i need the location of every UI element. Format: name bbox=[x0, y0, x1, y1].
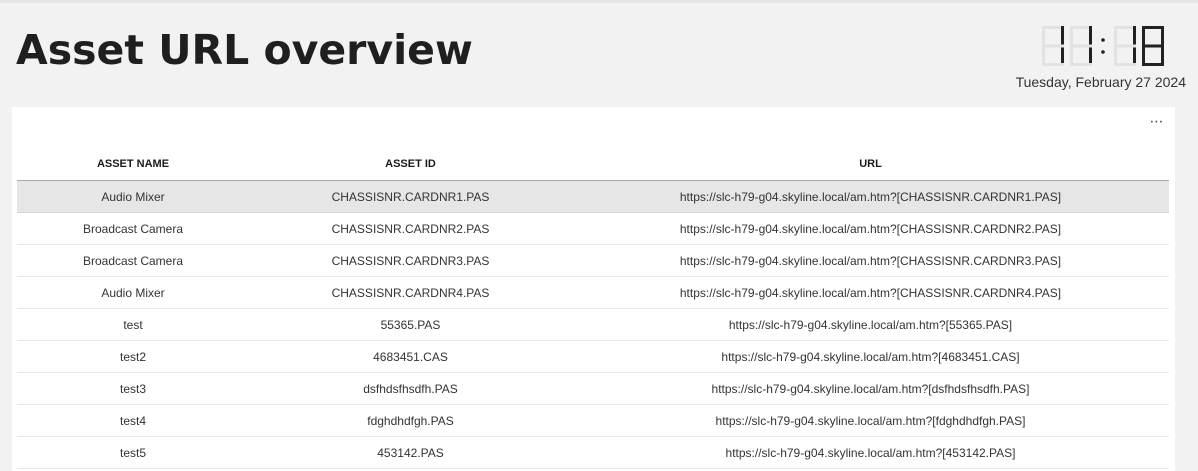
clock-digit-1-segment-e bbox=[1070, 46, 1073, 66]
clock-digit-0-segment-e bbox=[1042, 46, 1045, 66]
clock-digit-4-segment-f bbox=[1142, 26, 1145, 46]
cell-asset-id: 55365.PAS bbox=[249, 308, 572, 341]
page-title: Asset URL overview bbox=[16, 26, 473, 74]
cell-asset-name: Broadcast Camera bbox=[17, 244, 249, 277]
cell-asset-name: test5 bbox=[17, 436, 249, 469]
cell-url: https://slc-h79-g04.skyline.local/am.htm… bbox=[572, 244, 1169, 277]
clock-colon-dot-1 bbox=[1101, 50, 1105, 54]
clock-digit-4-segment-d bbox=[1142, 63, 1164, 66]
table-row[interactable]: Broadcast Camera CHASSISNR.CARDNR2.PAS htt… bbox=[17, 212, 1169, 245]
column-header-url[interactable]: URL bbox=[572, 147, 1169, 181]
clock-digit-1-segment-d bbox=[1070, 63, 1092, 66]
clock-digit-1-segment-f bbox=[1070, 26, 1073, 46]
cell-asset-id: CHASSISNR.CARDNR1.PAS bbox=[249, 180, 572, 213]
asset-table: ASSET NAME ASSET ID URL Audio Mixer CHASS… bbox=[17, 147, 1169, 469]
cell-asset-name: test bbox=[17, 308, 249, 341]
clock-digit-0-segment-a bbox=[1042, 26, 1064, 29]
table-row[interactable]: test 55365.PAS https://slc-h79-g04.skyline… bbox=[17, 308, 1169, 341]
clock-digit-4-segment-e bbox=[1142, 46, 1145, 66]
cell-asset-id: 4683451.CAS bbox=[249, 340, 572, 373]
cell-asset-id: fdghdhdfgh.PAS bbox=[249, 404, 572, 437]
cell-asset-id: CHASSISNR.CARDNR4.PAS bbox=[249, 276, 572, 309]
clock-digit-1-segment-g bbox=[1070, 44, 1092, 48]
cell-url: https://slc-h79-g04.skyline.local/am.htm… bbox=[572, 308, 1169, 341]
table-row[interactable]: test3 dsfhdsfhsdfh.PAS https://slc-h79-g04… bbox=[17, 372, 1169, 405]
cell-asset-name: Broadcast Camera bbox=[17, 212, 249, 245]
clock-display bbox=[1042, 26, 1164, 66]
clock-date: Tuesday, February 27 2024 bbox=[1015, 74, 1186, 90]
table-row[interactable]: test4 fdghdhdfgh.PAS https://slc-h79-g04.s… bbox=[17, 404, 1169, 437]
clock-digit-0-segment-b bbox=[1061, 26, 1064, 46]
cell-url: https://slc-h79-g04.skyline.local/am.htm… bbox=[572, 404, 1169, 437]
cell-url: https://slc-h79-g04.skyline.local/am.htm… bbox=[572, 212, 1169, 245]
cell-asset-name: Audio Mixer bbox=[17, 276, 249, 309]
table-row[interactable]: Audio Mixer CHASSISNR.CARDNR1.PAS https://… bbox=[17, 180, 1169, 213]
table-row[interactable]: Audio Mixer CHASSISNR.CARDNR4.PAS https://… bbox=[17, 276, 1169, 309]
top-divider bbox=[0, 0, 1198, 3]
column-header-asset-name[interactable]: ASSET NAME bbox=[17, 147, 249, 181]
clock-digit-3-segment-g bbox=[1114, 44, 1136, 48]
clock-digit-3-segment-f bbox=[1114, 26, 1117, 46]
clock-digit-4-segment-b bbox=[1161, 26, 1164, 46]
table-header-row: ASSET NAME ASSET ID URL bbox=[17, 147, 1169, 181]
clock-digit-3-segment-b bbox=[1133, 26, 1136, 46]
clock-digit-4-segment-a bbox=[1142, 26, 1164, 29]
digital-clock bbox=[1040, 24, 1166, 68]
clock-digit-3-segment-e bbox=[1114, 46, 1117, 66]
cell-url: https://slc-h79-g04.skyline.local/am.htm… bbox=[572, 340, 1169, 373]
clock-colon-dot-0 bbox=[1101, 38, 1105, 42]
cell-asset-name: test3 bbox=[17, 372, 249, 405]
clock-digit-0-segment-g bbox=[1042, 44, 1064, 48]
clock-digit-1-segment-a bbox=[1070, 26, 1092, 29]
clock-digit-3-segment-d bbox=[1114, 63, 1136, 66]
table-body: Audio Mixer CHASSISNR.CARDNR1.PAS https://… bbox=[17, 180, 1169, 469]
clock-digit-4-segment-g bbox=[1142, 44, 1164, 48]
cell-url: https://slc-h79-g04.skyline.local/am.htm… bbox=[572, 180, 1169, 213]
cell-asset-name: Audio Mixer bbox=[17, 180, 249, 213]
cell-url: https://slc-h79-g04.skyline.local/am.htm… bbox=[572, 436, 1169, 469]
table-row[interactable]: Broadcast Camera CHASSISNR.CARDNR3.PAS htt… bbox=[17, 244, 1169, 277]
cell-asset-id: CHASSISNR.CARDNR2.PAS bbox=[249, 212, 572, 245]
table-row[interactable]: test5 453142.PAS https://slc-h79-g04.skyli… bbox=[17, 436, 1169, 469]
cell-asset-id: dsfhdsfhsdfh.PAS bbox=[249, 372, 572, 405]
clock-digit-0-segment-f bbox=[1042, 26, 1045, 46]
clock-digit-3-segment-a bbox=[1114, 26, 1136, 29]
cell-url: https://slc-h79-g04.skyline.local/am.htm… bbox=[572, 276, 1169, 309]
clock-digit-0-segment-d bbox=[1042, 63, 1064, 66]
column-header-asset-id[interactable]: ASSET ID bbox=[249, 147, 572, 181]
cell-url: https://slc-h79-g04.skyline.local/am.htm… bbox=[572, 372, 1169, 405]
more-options-button[interactable]: ⋯ bbox=[1145, 115, 1169, 133]
cell-asset-name: test2 bbox=[17, 340, 249, 373]
cell-asset-id: CHASSISNR.CARDNR3.PAS bbox=[249, 244, 572, 277]
cell-asset-id: 453142.PAS bbox=[249, 436, 572, 469]
cell-asset-name: test4 bbox=[17, 404, 249, 437]
table-row[interactable]: test2 4683451.CAS https://slc-h79-g04.skyl… bbox=[17, 340, 1169, 373]
clock-digit-1-segment-b bbox=[1089, 26, 1092, 46]
asset-table-panel: ⋯ ASSET NAME ASSET ID URL Audio Mixer CHA… bbox=[12, 107, 1175, 471]
